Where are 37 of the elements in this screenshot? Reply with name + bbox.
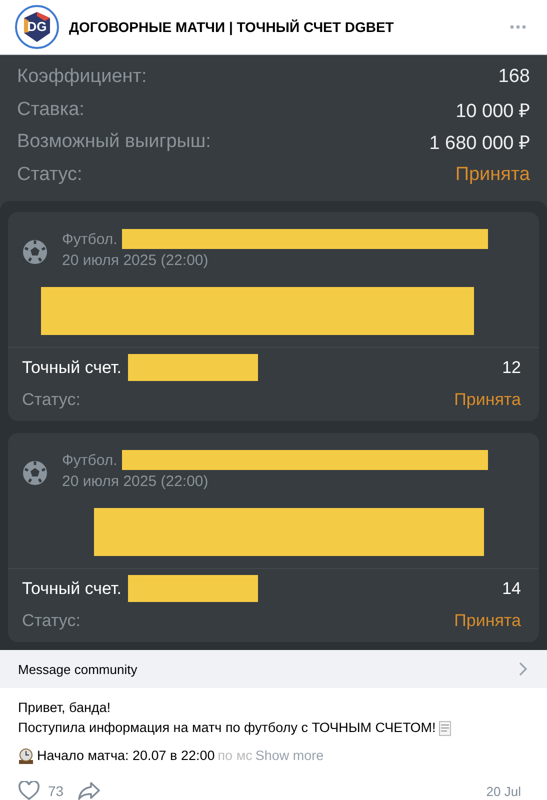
summary-value: 10 000 ₽ (456, 100, 530, 123)
status-value: Принята (454, 611, 521, 631)
match-date: 20 июля 2025 (22:00) (62, 473, 210, 490)
odds-value: 12 (502, 358, 521, 378)
summary-label: Ставка: (17, 98, 84, 121)
clock-icon (18, 748, 34, 764)
summary-value: Принята (455, 164, 530, 186)
summary-label: Возможный выигрыш: (17, 131, 211, 154)
post-text: Привет, банда! (18, 699, 112, 717)
post-text: по мс (218, 747, 252, 765)
chevron-right-icon (519, 662, 527, 676)
status-value: Принята (454, 390, 521, 410)
like-count: 73 (48, 783, 64, 799)
status-label: Статус: (22, 390, 80, 410)
summary-label: Коэффициент: (17, 66, 147, 88)
more-icon[interactable] (510, 25, 526, 29)
ball-icon (22, 239, 48, 265)
avatar-logo[interactable] (15, 5, 59, 49)
post-text: Поступила информация на матч по футболу с ТОЧНЫМ СЧЕТОМ! (18, 719, 436, 737)
summary-value: 1 680 000 ₽ (429, 132, 530, 156)
heart-icon[interactable] (18, 781, 40, 800)
summary-label: Статус: (17, 164, 82, 186)
community-title[interactable]: ДОГОВОРНЫЕ МАТЧИ | ТОЧНЫЙ СЧЕТ DGBET (69, 19, 500, 35)
document-icon (438, 720, 451, 736)
market-label: Точный счет. (22, 358, 122, 378)
summary-value: 168 (498, 66, 530, 88)
ball-icon (22, 460, 48, 486)
market-label: Точный счет. (22, 578, 122, 598)
post-text: Начало матча: 20.07 в 22:00 (37, 747, 215, 765)
sport-label: Футбол. (62, 452, 118, 468)
share-icon[interactable] (78, 782, 100, 800)
status-label: Статус: (22, 611, 80, 631)
message-community-label: Message community (18, 662, 138, 676)
odds-value: 14 (502, 578, 521, 598)
sport-label: Футбол. (62, 230, 118, 248)
match-date: 20 июля 2025 (22:00) (62, 252, 210, 269)
message-community-bar[interactable]: Message community (0, 650, 547, 688)
